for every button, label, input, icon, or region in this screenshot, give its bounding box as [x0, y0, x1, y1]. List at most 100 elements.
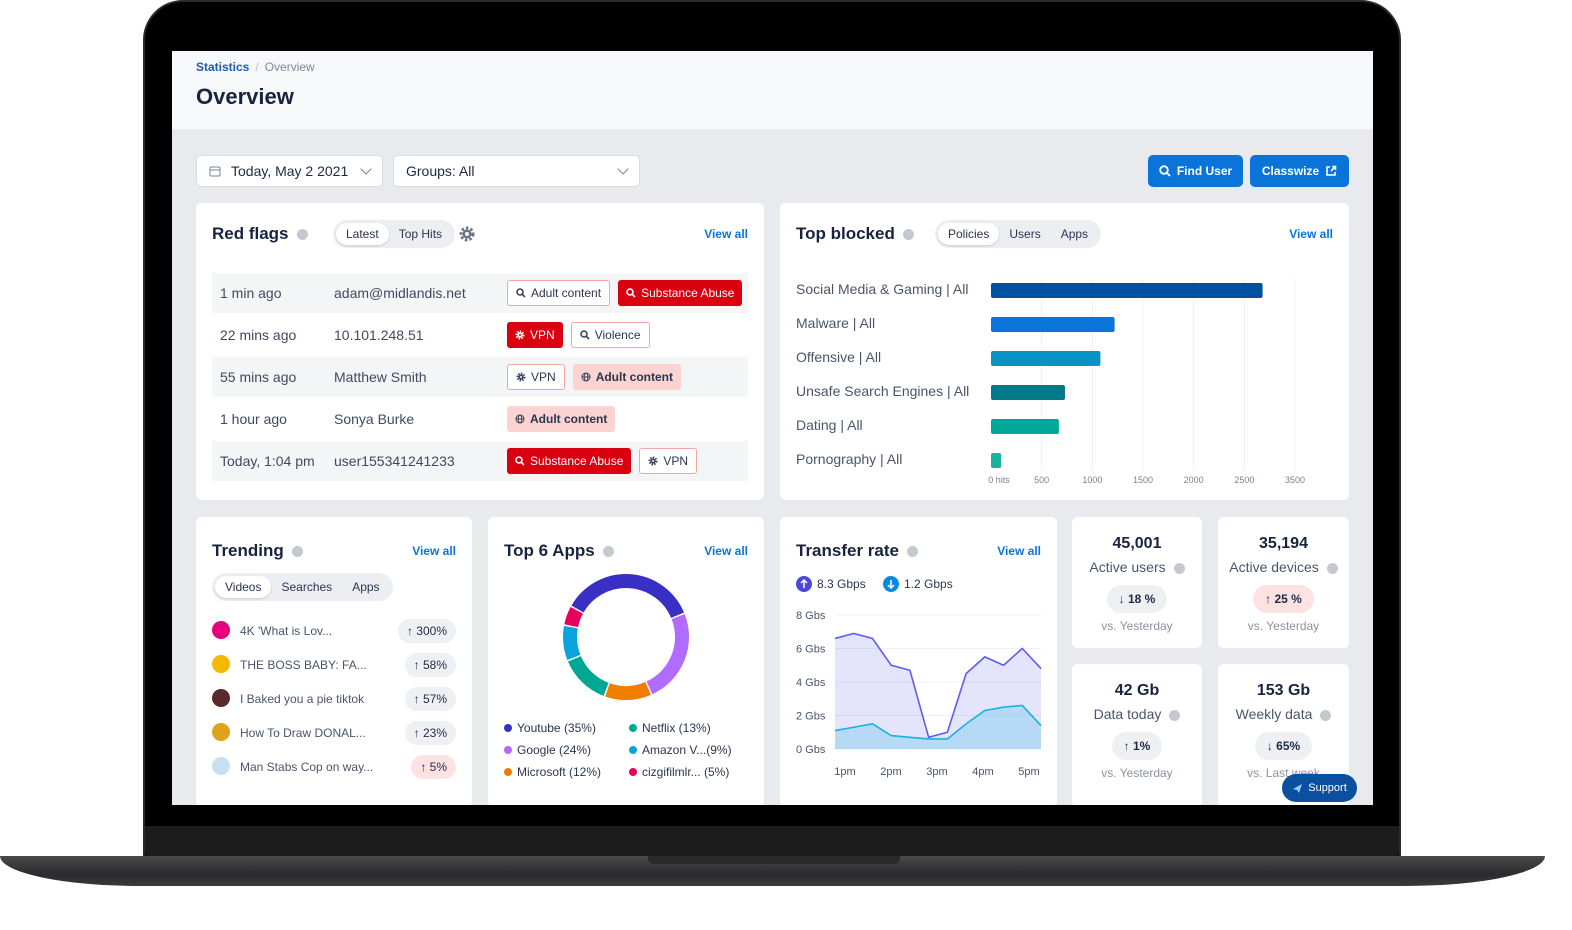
breadcrumb-separator: /: [255, 60, 259, 74]
send-icon: [1293, 783, 1303, 793]
legend-item: Microsoft (12%): [504, 765, 601, 779]
y-tick-label: 4 Gbs: [796, 677, 826, 689]
info-icon[interactable]: [1173, 562, 1185, 574]
trending-tabs: Videos Searches Apps: [212, 573, 393, 601]
legend-item: cizgifilmlr... (5%): [629, 765, 729, 779]
legend-label: Google (24%): [517, 743, 592, 757]
support-button[interactable]: Support: [1282, 774, 1357, 802]
red-flag-user[interactable]: 10.101.248.51: [334, 327, 424, 343]
bar[interactable]: [991, 283, 1263, 298]
red-flag-user[interactable]: adam@midlandis.net: [334, 285, 466, 301]
tag-label: Adult content: [595, 370, 674, 384]
red-flag-row[interactable]: 1 hour ago Sonya Burke Adult content: [212, 399, 748, 439]
red-flag-tag[interactable]: Substance Abuse: [618, 280, 743, 306]
chevron-down-icon: [617, 163, 629, 175]
bar[interactable]: [991, 419, 1059, 434]
red-flag-tag[interactable]: VPN: [507, 364, 565, 390]
tab-videos[interactable]: Videos: [215, 576, 272, 598]
video-thumbnail-icon: [212, 689, 230, 707]
tab-searches[interactable]: Searches: [271, 576, 342, 598]
stat-card: 42 Gb Data today ↑ 1% vs. Yesterday: [1072, 664, 1202, 805]
trending-item[interactable]: 4K 'What is Lov... ↑ 300%: [212, 617, 456, 645]
red-flag-tags: VPN Violence: [507, 322, 650, 348]
info-icon[interactable]: [1326, 562, 1338, 574]
date-select[interactable]: Today, May 2 2021: [196, 155, 383, 187]
donut-segment[interactable]: [646, 613, 689, 695]
video-thumbnail-icon: [212, 655, 230, 673]
red-flag-user[interactable]: Sonya Burke: [334, 411, 414, 427]
red-flag-row[interactable]: 1 min ago adam@midlandis.net Adult content…: [212, 273, 748, 313]
legend-item: Netflix (13%): [629, 721, 711, 735]
red-flag-row[interactable]: 22 mins ago 10.101.248.51 VPN Violence: [212, 315, 748, 355]
page-title: Overview: [196, 84, 294, 109]
trending-item[interactable]: I Baked you a pie tiktok ↑ 57%: [212, 685, 456, 713]
red-flag-tag[interactable]: VPN: [507, 322, 563, 348]
breadcrumb: Statistics / Overview: [196, 60, 315, 74]
info-icon[interactable]: [291, 546, 303, 558]
info-icon[interactable]: [296, 229, 308, 241]
trending-change-badge: ↑ 57%: [404, 687, 456, 711]
video-thumbnail-icon: [212, 621, 230, 639]
trending-item[interactable]: THE BOSS BABY: FA... ↑ 58%: [212, 651, 456, 679]
stat-value: 35,194: [1259, 535, 1308, 552]
bar[interactable]: [991, 385, 1065, 400]
bar[interactable]: [991, 317, 1115, 332]
groups-select[interactable]: Groups: All: [393, 155, 640, 187]
gear-icon[interactable]: [458, 225, 476, 243]
stat-card: 45,001 Active users ↓ 18 % vs. Yesterday: [1072, 517, 1202, 648]
top-apps-view-all[interactable]: View all: [704, 544, 748, 558]
donut-segment[interactable]: [563, 625, 581, 661]
laptop-bezel: [145, 826, 1399, 860]
trending-item-name: How To Draw DONAL...: [240, 726, 366, 740]
find-user-button[interactable]: Find User: [1148, 155, 1243, 187]
x-tick-label: 1pm: [834, 766, 855, 778]
tab-apps[interactable]: Apps: [342, 576, 389, 598]
info-icon[interactable]: [602, 546, 614, 558]
red-flag-row[interactable]: Today, 1:04 pm user155341241233 Substance …: [212, 441, 748, 481]
x-tick-label: 2pm: [880, 766, 901, 778]
stat-label: Data today: [1072, 706, 1202, 722]
red-flag-user[interactable]: Matthew Smith: [334, 369, 427, 385]
page-header: Statistics / Overview Overview: [172, 51, 1373, 129]
trending-item[interactable]: How To Draw DONAL... ↑ 23%: [212, 719, 456, 747]
trending-change-badge: ↑ 300%: [397, 619, 456, 643]
red-flags-card: Red flags Latest Top Hits View all 1 min…: [196, 203, 764, 500]
red-flag-tag[interactable]: Adult content: [572, 364, 682, 390]
classwize-button[interactable]: Classwize: [1250, 155, 1349, 187]
trending-item[interactable]: Man Stabs Cop on way... ↑ 5%: [212, 753, 456, 781]
stat-change-badge: ↑ 25 %: [1253, 585, 1314, 613]
donut-segment[interactable]: [564, 606, 584, 628]
legend-swatch: [629, 746, 637, 754]
gear-icon: [515, 330, 525, 340]
trending-item-name: 4K 'What is Lov...: [240, 624, 333, 638]
calendar-icon: [209, 166, 221, 177]
red-flag-tags: Adult content Substance Abuse: [507, 280, 743, 306]
donut-segment[interactable]: [567, 655, 609, 696]
info-icon[interactable]: [1169, 709, 1181, 721]
legend-label: Netflix (13%): [642, 721, 711, 735]
red-flag-tag[interactable]: VPN: [639, 448, 698, 474]
tab-latest[interactable]: Latest: [336, 223, 389, 245]
red-flag-user[interactable]: user155341241233: [334, 453, 455, 469]
bar[interactable]: [991, 351, 1101, 366]
red-flag-tag[interactable]: Adult content: [507, 280, 611, 306]
trending-view-all[interactable]: View all: [412, 544, 456, 558]
info-icon[interactable]: [1320, 709, 1332, 721]
search-icon: [579, 330, 590, 340]
donut-segment[interactable]: [605, 681, 651, 700]
red-flag-tag[interactable]: Substance Abuse: [507, 448, 632, 474]
legend-swatch: [629, 724, 637, 732]
red-flag-tags: Adult content: [507, 406, 616, 432]
top-apps-card: Top 6 Apps View all Youtube (35%) Google …: [488, 517, 764, 805]
red-flag-tag[interactable]: Violence: [570, 322, 650, 348]
donut-segment[interactable]: [571, 574, 685, 619]
stat-change-wrap: ↓ 18 %: [1072, 575, 1202, 613]
red-flags-view-all[interactable]: View all: [704, 227, 748, 241]
tab-top-hits[interactable]: Top Hits: [389, 223, 452, 245]
bar[interactable]: [991, 453, 1002, 468]
breadcrumb-statistics[interactable]: Statistics: [196, 60, 249, 74]
red-flag-tags: Substance Abuse VPN: [507, 448, 698, 474]
red-flag-tag[interactable]: Adult content: [507, 406, 616, 432]
red-flag-row[interactable]: 55 mins ago Matthew Smith VPN Adult content: [212, 357, 748, 397]
red-flag-time: Today, 1:04 pm: [220, 453, 315, 469]
